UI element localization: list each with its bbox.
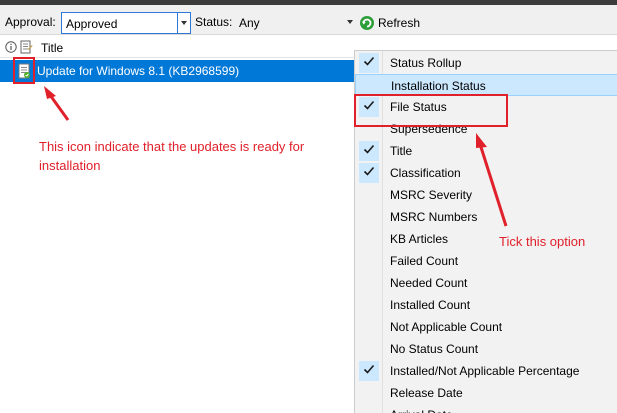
- menu-item-label: Classification: [390, 166, 461, 180]
- menu-item-label: Installed Count: [390, 298, 471, 312]
- menu-item-label: Failed Count: [390, 254, 459, 268]
- chevron-down-icon: [181, 21, 187, 25]
- menu-item-label: KB Articles: [390, 232, 449, 246]
- refresh-label: Refresh: [378, 16, 421, 30]
- status-dropdown-button[interactable]: [344, 12, 357, 32]
- update-title: Update for Windows 8.1 (KB2968599): [37, 64, 240, 78]
- checkmark-icon: [363, 364, 375, 374]
- tick-annotation: Tick this option: [499, 234, 586, 249]
- menu-item-label: Title: [390, 144, 413, 158]
- menu-item-label: Arrival Date: [390, 408, 453, 413]
- checkbox-checked[interactable]: [359, 141, 379, 161]
- checkmark-icon: [363, 144, 375, 154]
- menu-item-label: Status Rollup: [390, 56, 462, 70]
- menu-item-label: Installation Status: [391, 79, 486, 93]
- column-title[interactable]: Title: [41, 41, 63, 55]
- menu-item[interactable]: Installed Count: [355, 294, 617, 316]
- menu-item[interactable]: No Status Count: [355, 338, 617, 360]
- menu-item[interactable]: Classification: [355, 162, 617, 184]
- arrow-to-icon: [48, 94, 70, 121]
- info-icon[interactable]: [5, 41, 17, 53]
- menu-item-label: Not Applicable Count: [390, 320, 503, 334]
- approval-dropdown-button[interactable]: [177, 13, 190, 33]
- menu-item-label: Installed/Not Applicable Percentage: [390, 364, 580, 378]
- menu-item[interactable]: Installed/Not Applicable Percentage: [355, 360, 617, 382]
- icon-highlight-box: [13, 57, 35, 84]
- menu-item[interactable]: Release Date: [355, 382, 617, 404]
- menu-item-label: MSRC Numbers: [390, 210, 478, 224]
- checkmark-icon: [363, 166, 375, 176]
- status-dropdown[interactable]: Any: [235, 12, 357, 34]
- checkmark-icon: [363, 56, 375, 66]
- status-value: Any: [239, 16, 260, 30]
- refresh-button[interactable]: Refresh: [359, 14, 420, 32]
- arrowhead-icon: [44, 86, 56, 99]
- icon-annotation: This icon indicate that the updates is r…: [39, 139, 305, 173]
- toolbar: Approval: Approved Status: Any Refresh: [0, 5, 617, 35]
- menu-item[interactable]: Arrival Date: [355, 404, 617, 413]
- menu-item-label: No Status Count: [390, 342, 479, 356]
- menu-item-label: Needed Count: [390, 276, 468, 290]
- checkbox-checked[interactable]: [359, 53, 379, 73]
- menu-item[interactable]: Title: [355, 140, 617, 162]
- menu-item-label: Release Date: [390, 386, 463, 400]
- status-label: Status:: [195, 15, 233, 29]
- approval-value: Approved: [66, 17, 118, 31]
- menu-item[interactable]: Needed Count: [355, 272, 617, 294]
- menu-item[interactable]: Not Applicable Count: [355, 316, 617, 338]
- checkbox-checked[interactable]: [359, 361, 379, 381]
- refresh-icon: [360, 16, 374, 30]
- menu-item[interactable]: Status Rollup: [355, 52, 617, 74]
- menu-item[interactable]: MSRC Severity: [355, 184, 617, 206]
- file-status-icon[interactable]: [20, 40, 33, 54]
- chevron-down-icon: [347, 20, 353, 24]
- approval-label: Approval:: [5, 15, 56, 29]
- menu-item[interactable]: Failed Count: [355, 250, 617, 272]
- approval-dropdown[interactable]: Approved: [61, 12, 191, 34]
- checkbox-checked[interactable]: [359, 163, 379, 183]
- file-status-highlight-box: [354, 94, 508, 127]
- menu-item[interactable]: MSRC Numbers: [355, 206, 617, 228]
- menu-item[interactable]: Installation Status: [355, 74, 617, 96]
- menu-item-label: MSRC Severity: [390, 188, 473, 202]
